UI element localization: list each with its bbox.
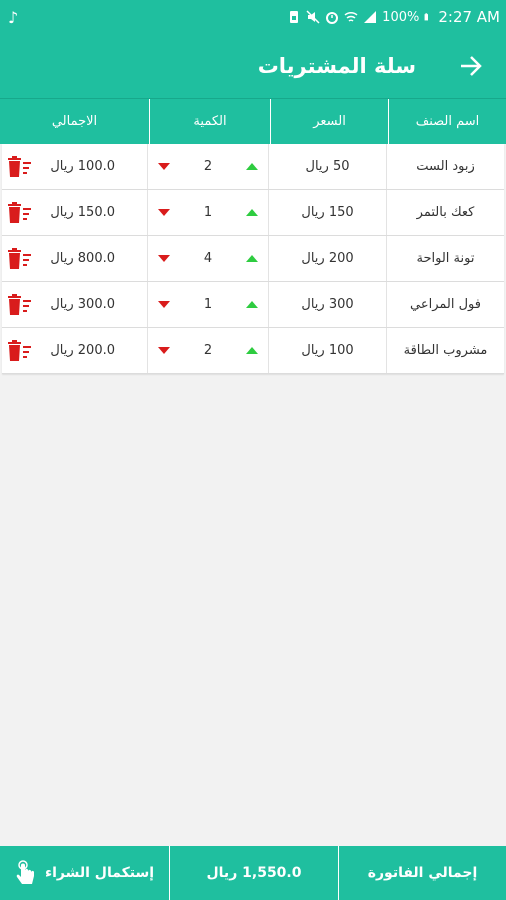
increase-quantity-button[interactable] (246, 255, 258, 262)
quantity-stepper: 4 (147, 236, 268, 281)
quantity-stepper: 2 (147, 328, 268, 373)
arrow-right-icon (461, 56, 482, 76)
wifi-icon (344, 11, 358, 22)
trash-icon (8, 339, 31, 361)
quantity-value: 2 (203, 159, 213, 174)
decrease-quantity-button[interactable] (158, 347, 170, 354)
battery-level: 100% (382, 9, 420, 25)
item-total: 200.0 ريال (50, 343, 115, 358)
table-header: اسم الصنف السعر الكمية الاجمالي (0, 98, 506, 144)
quantity-value: 2 (203, 343, 213, 358)
table-row: فول المراعي 300 ريال 1 300.0 ريال (2, 282, 504, 328)
item-total: 150.0 ريال (50, 205, 115, 220)
alarm-icon (326, 12, 339, 24)
item-total-cell: 800.0 ريال (2, 236, 147, 281)
item-total: 100.0 ريال (50, 159, 115, 174)
mute-icon (306, 10, 320, 24)
app-bar: سلة المشتريات (0, 34, 506, 98)
item-name: كعك بالتمر (386, 190, 504, 235)
table-row: زبود الست 50 ريال 2 100.0 ريال (2, 144, 504, 190)
cart-list: زبود الست 50 ريال 2 100.0 ريال كعك بالتم… (2, 144, 504, 374)
back-button[interactable] (456, 51, 486, 81)
increase-quantity-button[interactable] (246, 163, 258, 170)
quantity-stepper: 1 (147, 190, 268, 235)
header-item-name: اسم الصنف (388, 99, 506, 144)
quantity-stepper: 2 (147, 144, 268, 189)
trash-icon (8, 201, 31, 223)
table-row: كعك بالتمر 150 ريال 1 150.0 ريال (2, 190, 504, 236)
delete-button[interactable] (6, 155, 32, 179)
decrease-quantity-button[interactable] (158, 163, 170, 170)
quantity-stepper: 1 (147, 282, 268, 327)
header-quantity: الكمية (149, 99, 270, 144)
delete-button[interactable] (6, 201, 32, 225)
item-total-cell: 100.0 ريال (2, 144, 147, 189)
page-title: سلة المشتريات (257, 54, 416, 78)
decrease-quantity-button[interactable] (158, 209, 170, 216)
status-bar: ♪ 100% 2:27 AM (0, 0, 506, 34)
trash-icon (8, 293, 31, 315)
delete-button[interactable] (6, 339, 32, 363)
header-price: السعر (270, 99, 388, 144)
item-price: 50 ريال (268, 144, 386, 189)
invoice-total-value: 1,550.0 ريال (169, 846, 338, 900)
tap-hand-icon (16, 860, 34, 884)
quantity-value: 1 (203, 205, 213, 220)
item-total-cell: 300.0 ريال (2, 282, 147, 327)
item-total-cell: 200.0 ريال (2, 328, 147, 373)
checkout-bar: إجمالي الفاتورة 1,550.0 ريال إستكمال الش… (0, 846, 506, 900)
delete-button[interactable] (6, 293, 32, 317)
table-row: تونة الواحة 200 ريال 4 800.0 ريال (2, 236, 504, 282)
item-name: فول المراعي (386, 282, 504, 327)
music-note-icon: ♪ (8, 7, 19, 27)
increase-quantity-button[interactable] (246, 209, 258, 216)
item-total: 300.0 ريال (50, 297, 115, 312)
decrease-quantity-button[interactable] (158, 255, 170, 262)
item-name: تونة الواحة (386, 236, 504, 281)
trash-icon (8, 247, 31, 269)
signal-icon (364, 11, 377, 23)
invoice-total-label: إجمالي الفاتورة (338, 846, 506, 900)
status-time: 2:27 AM (438, 8, 500, 26)
item-total-cell: 150.0 ريال (2, 190, 147, 235)
checkout-button[interactable]: إستكمال الشراء (0, 846, 169, 900)
header-total: الاجمالي (51, 114, 98, 129)
item-price: 100 ريال (268, 328, 386, 373)
item-price: 200 ريال (268, 236, 386, 281)
delete-button[interactable] (6, 247, 32, 271)
sim-icon (290, 11, 299, 23)
item-total: 800.0 ريال (50, 251, 115, 266)
checkout-label: إستكمال الشراء (44, 865, 155, 881)
trash-icon (8, 155, 31, 177)
decrease-quantity-button[interactable] (158, 301, 170, 308)
item-price: 300 ريال (268, 282, 386, 327)
quantity-value: 4 (203, 251, 213, 266)
item-name: مشروب الطاقة (386, 328, 504, 373)
battery-icon (424, 13, 429, 21)
table-row: مشروب الطاقة 100 ريال 2 200.0 ريال (2, 328, 504, 374)
item-name: زبود الست (386, 144, 504, 189)
increase-quantity-button[interactable] (246, 301, 258, 308)
item-price: 150 ريال (268, 190, 386, 235)
quantity-value: 1 (203, 297, 213, 312)
increase-quantity-button[interactable] (246, 347, 258, 354)
